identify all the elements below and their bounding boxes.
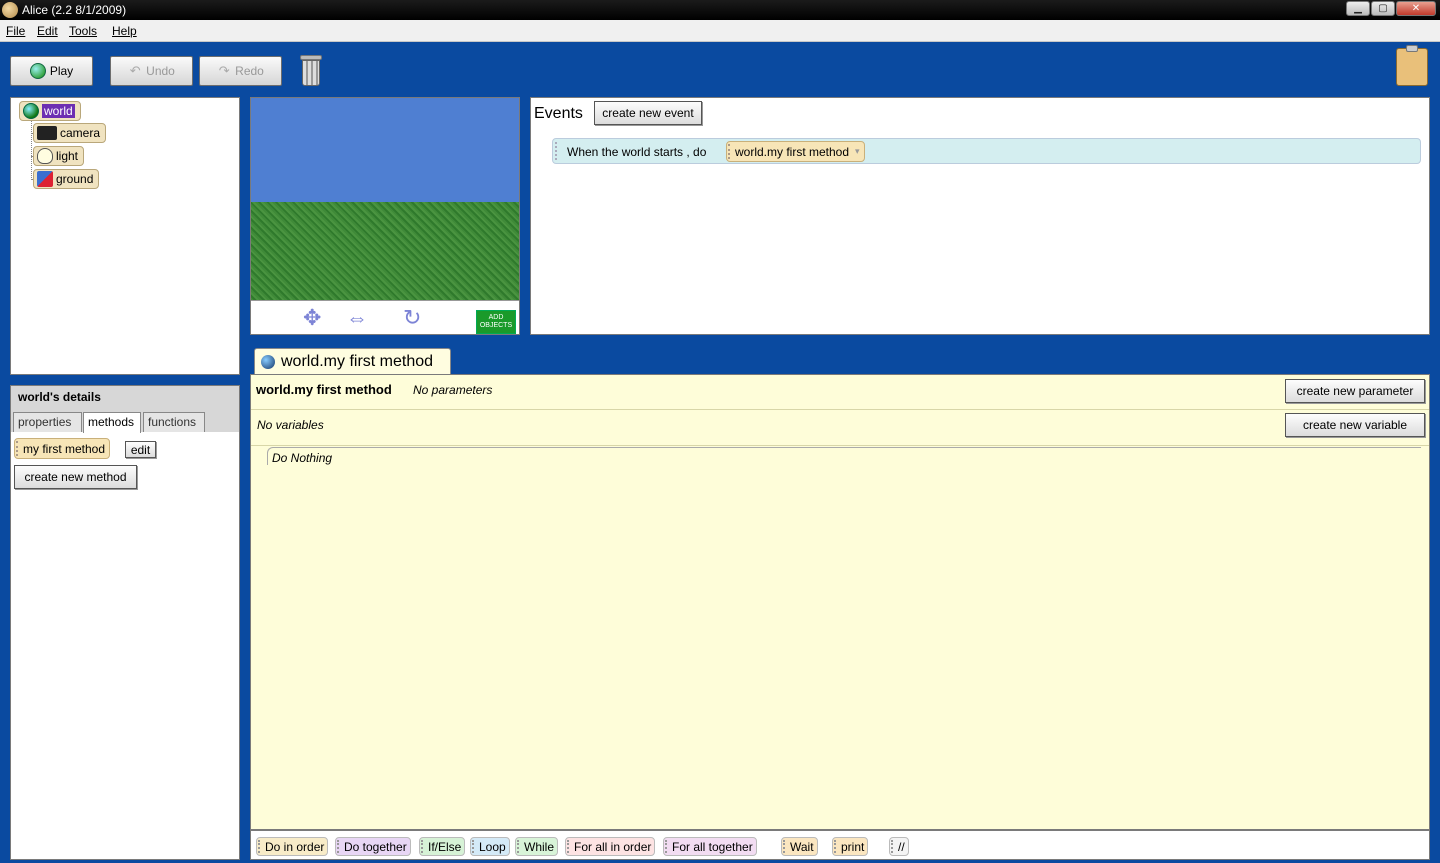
event-row[interactable]: When the world starts , do world.my firs… — [552, 138, 1421, 164]
scene-view[interactable]: ✥ ⇔ ↻ ADD OBJECTS — [250, 97, 520, 335]
move-camera-icon[interactable]: ✥ — [303, 305, 321, 331]
scene-sky — [251, 98, 519, 202]
variables-text: No variables — [257, 418, 324, 432]
undo-label: Undo — [146, 64, 175, 78]
control-structures-bar: Do in order Do together If/Else Loop Whi… — [250, 830, 1430, 860]
tile-label: For all in order — [574, 839, 652, 854]
tree-node-label: world — [42, 104, 75, 118]
if-else-tile[interactable]: If/Else — [419, 837, 466, 856]
loop-tile[interactable]: Loop — [470, 837, 510, 856]
redo-label: Redo — [235, 64, 264, 78]
camera-controls: ✥ ⇔ ↻ ADD OBJECTS — [251, 300, 519, 334]
tilt-camera-icon[interactable]: ⇔ — [346, 305, 368, 331]
clipboard-icon[interactable] — [1396, 45, 1428, 86]
create-new-method-button[interactable]: create new method — [14, 465, 137, 489]
menu-file[interactable]: File — [6, 24, 25, 38]
camera-icon — [37, 126, 57, 140]
method-tile-label: my first method — [23, 441, 106, 456]
tile-label: print — [841, 839, 865, 854]
tile-label: For all together — [672, 839, 753, 854]
comment-tile[interactable]: // — [889, 837, 909, 856]
tile-label: Do in order — [265, 839, 325, 854]
do-in-order-tile[interactable]: Do in order — [256, 837, 329, 856]
details-title: world's details — [18, 390, 101, 404]
tree-node-light[interactable]: light — [33, 146, 85, 166]
add-objects-button[interactable]: ADD OBJECTS — [476, 310, 516, 334]
globe-icon — [23, 103, 39, 119]
menu-bar: File Edit Tools Help — [0, 20, 1440, 42]
tree-node-label: camera — [60, 126, 101, 140]
tab-functions[interactable]: functions — [143, 412, 205, 432]
method-tile[interactable]: my first method — [14, 438, 111, 459]
method-name: world.my first method — [256, 382, 392, 397]
tab-methods[interactable]: methods — [83, 412, 141, 433]
event-method-label: world.my first method — [735, 144, 850, 159]
alice-app-icon — [2, 2, 18, 18]
tile-label: Loop — [479, 839, 506, 854]
tree-node-world[interactable]: world — [19, 101, 81, 121]
redo-button[interactable]: ↷ Redo — [199, 56, 282, 86]
tile-label: While — [524, 839, 555, 854]
while-tile[interactable]: While — [515, 837, 559, 856]
tile-label: Do together — [344, 839, 407, 854]
method-editor-tab[interactable]: world.my first method — [254, 348, 451, 375]
method-editor: world.my first method No parameters crea… — [250, 374, 1430, 830]
create-new-event-button[interactable]: create new event — [594, 101, 702, 125]
drag-handle-icon[interactable] — [555, 142, 559, 160]
wait-tile[interactable]: Wait — [781, 837, 818, 856]
tree-node-ground[interactable]: ground — [33, 169, 100, 189]
for-all-together-tile[interactable]: For all together — [663, 837, 757, 856]
redo-icon: ↷ — [218, 63, 230, 78]
for-all-in-order-tile[interactable]: For all in order — [565, 837, 656, 856]
rotate-camera-icon[interactable]: ↻ — [403, 305, 421, 331]
edit-method-button[interactable]: edit — [125, 441, 156, 458]
scene-ground — [251, 202, 519, 300]
events-title: Events — [534, 105, 583, 122]
create-new-parameter-button[interactable]: create new parameter — [1285, 379, 1425, 403]
play-icon — [29, 63, 46, 79]
tab-properties[interactable]: properties — [13, 412, 82, 432]
title-bar: Alice (2.2 8/1/2009) ▁ ▢ ✕ — [0, 0, 1440, 20]
play-label: Play — [49, 64, 74, 78]
lightbulb-icon — [37, 148, 53, 164]
tree-node-label: ground — [56, 172, 94, 186]
tree-node-label: light — [56, 149, 79, 163]
object-tree: world camera light ground — [10, 97, 240, 375]
tile-label: Wait — [790, 839, 814, 854]
play-button[interactable]: Play — [10, 56, 93, 86]
tile-label: // — [898, 839, 905, 854]
dropdown-icon[interactable]: ▾ — [855, 146, 860, 157]
print-tile[interactable]: print — [832, 837, 869, 856]
tile-label: If/Else — [428, 839, 462, 854]
menu-edit[interactable]: Edit — [37, 24, 58, 38]
method-tab-label: world.my first method — [281, 353, 434, 370]
create-new-variable-button[interactable]: create new variable — [1285, 413, 1425, 437]
minimize-icon[interactable]: ▁ — [1346, 1, 1370, 16]
undo-icon: ↶ — [129, 63, 141, 78]
event-trigger-text: When the world starts , do — [567, 145, 707, 159]
event-method-tile[interactable]: world.my first method ▾ — [726, 141, 865, 162]
menu-help[interactable]: Help — [112, 24, 137, 38]
undo-button[interactable]: ↶ Undo — [110, 56, 193, 86]
tree-node-camera[interactable]: camera — [33, 123, 107, 143]
globe-icon — [261, 355, 275, 369]
window-controls: ▁ ▢ ✕ — [1346, 1, 1436, 16]
parameters-text: No parameters — [413, 383, 493, 397]
trash-icon[interactable] — [300, 55, 322, 87]
method-body-drop-area[interactable]: Do Nothing — [267, 447, 1421, 465]
close-icon[interactable]: ✕ — [1396, 1, 1436, 16]
maximize-icon[interactable]: ▢ — [1371, 1, 1395, 16]
window-title: Alice (2.2 8/1/2009) — [22, 3, 127, 17]
details-panel: world's details properties methods funct… — [10, 385, 240, 860]
menu-tools[interactable]: Tools — [69, 24, 97, 38]
events-panel: Events create new event When the world s… — [530, 97, 1430, 335]
ground-icon — [37, 171, 53, 187]
do-together-tile[interactable]: Do together — [335, 837, 411, 856]
